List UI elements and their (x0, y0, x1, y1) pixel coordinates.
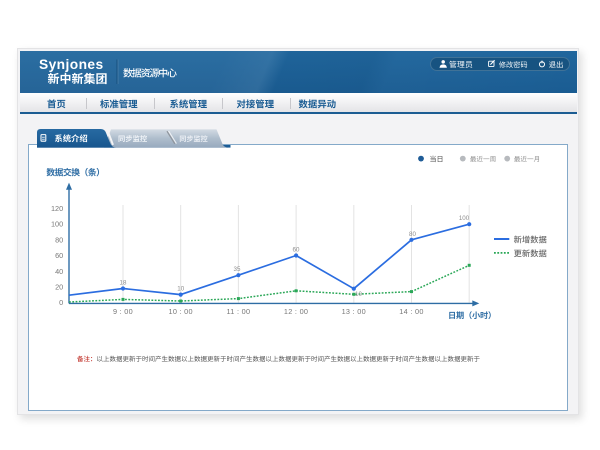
svg-text:40: 40 (55, 267, 63, 276)
svg-text:20: 20 (55, 283, 63, 292)
svg-text:80: 80 (409, 231, 416, 238)
svg-text:11 : 00: 11 : 00 (226, 307, 250, 316)
svg-text:12 : 00: 12 : 00 (284, 307, 308, 316)
svg-text:60: 60 (293, 247, 300, 254)
svg-text:10 : 00: 10 : 00 (168, 307, 192, 316)
svg-text:Synjones: Synjones (39, 57, 104, 72)
svg-text:80: 80 (55, 235, 63, 244)
svg-text:9 : 00: 9 : 00 (113, 307, 133, 316)
svg-text:100: 100 (459, 215, 470, 222)
svg-text:14 : 00: 14 : 00 (399, 307, 423, 316)
svg-text:120: 120 (51, 204, 63, 213)
svg-text:10: 10 (355, 291, 362, 298)
svg-text:35: 35 (234, 266, 241, 273)
svg-text:100: 100 (51, 220, 63, 229)
svg-text:10: 10 (177, 286, 184, 293)
svg-text:13 : 00: 13 : 00 (342, 307, 366, 316)
svg-text:0: 0 (59, 298, 63, 307)
svg-text:60: 60 (55, 251, 63, 260)
svg-text:18: 18 (120, 280, 127, 287)
